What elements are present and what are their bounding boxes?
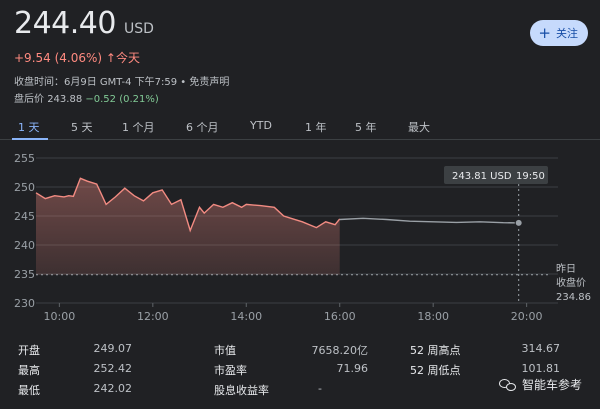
y-tick-label: 235 [14,268,35,281]
tooltip-time: 19:50 [516,171,545,182]
x-tick-label: 14:00 [230,310,262,323]
after-hours-label: 盘后价 [14,94,44,105]
x-tick-label: 12:00 [137,310,169,323]
stat-label-open: 开盘 [18,344,40,357]
active-tab-underline [12,138,48,140]
arrow-up-icon: ↑ [105,51,116,65]
stat-label-high: 最高 [18,364,40,377]
tooltip-price: 243.81 USD [452,171,512,182]
after-hours-change: −0.52 (0.21%) [85,94,159,105]
stat-row: 开盘 249.07 市值 7658.20亿 52 周高点 314.67 [0,342,600,362]
intraday-area [36,178,340,275]
x-tick-label: 10:00 [44,310,76,323]
change-period: 今天 [115,51,140,65]
stat-value-market-cap: 7658.20亿 [311,344,369,357]
after-hours: 盘后价 243.88 −0.52 (0.21%) [14,90,159,105]
tab-1d[interactable]: 1 天 [18,119,40,135]
watermark-text: 智能车参考 [521,378,582,392]
tab-6m[interactable]: 6 个月 [186,119,219,135]
stat-label-market-cap: 市值 [214,344,236,357]
wechat-icon [498,378,517,392]
stat-value-52w-low: 101.81 [521,362,561,375]
tooltip: 243.81 USD 19:50 [444,166,548,184]
previous-close-label: 昨日 收盘价 234.86 [556,263,591,303]
previous-close-label-line2: 收盘价 [556,276,586,289]
plus-icon: + [538,23,551,42]
previous-close-label-value: 234.86 [556,292,591,303]
stat-value-pe-ratio: 71.96 [336,362,369,375]
y-tick-label: 255 [14,152,35,165]
tab-5y[interactable]: 5 年 [355,119,377,135]
currency: USD [123,21,154,37]
y-tick-label: 240 [14,239,35,252]
price-chart[interactable]: 230 235 240 245 250 255 10:00 12:00 14:00 16:00 1… [0,144,600,324]
follow-button[interactable]: + 关注 [530,20,588,46]
tab-5d[interactable]: 5 天 [71,119,93,135]
y-tick-label: 250 [14,181,35,194]
after-hours-price: 243.88 [47,94,83,105]
stat-label-52w-low: 52 周低点 [410,364,461,377]
price-change: +9.54 (4.06%) ↑今天 [14,49,140,66]
cursor-dot [514,218,523,227]
stat-value-open: 249.07 [93,342,133,355]
tab-1y[interactable]: 1 年 [305,119,327,135]
x-tick-label: 20:00 [511,310,543,323]
stat-label-pe-ratio: 市盈率 [214,364,247,377]
tab-max[interactable]: 最大 [408,119,430,135]
stat-label-low: 最低 [18,384,40,397]
price-row: 244.40 USD [14,6,154,41]
y-tick-label: 245 [14,210,35,223]
current-price: 244.40 [14,6,116,41]
range-tabs: 1 天 5 天 1 个月 6 个月 YTD 1 年 5 年 最大 [0,114,600,140]
x-tick-label: 18:00 [417,310,449,323]
tab-ytd[interactable]: YTD [250,119,272,132]
tab-1m[interactable]: 1 个月 [122,119,155,135]
previous-close-label-line1: 昨日 [556,263,576,275]
stat-value-52w-high: 314.67 [521,342,561,355]
stat-value-high: 252.42 [93,362,133,375]
y-tick-label: 230 [14,297,35,310]
after-hours-line [339,217,519,224]
stat-value-dividend-yield: - [318,382,322,395]
stat-label-52w-high: 52 周高点 [410,344,461,357]
stat-label-dividend-yield: 股息收益率 [214,384,269,397]
follow-label: 关注 [556,27,578,40]
watermark: 智能车参考 [498,376,582,393]
stat-value-low: 242.02 [93,382,133,395]
close-meta: 收盘时间：6月9日 GMT-4 下午7:59 • 免责声明 [14,77,230,88]
change-value: +9.54 (4.06%) [14,51,103,65]
x-tick-label: 16:00 [324,310,356,323]
